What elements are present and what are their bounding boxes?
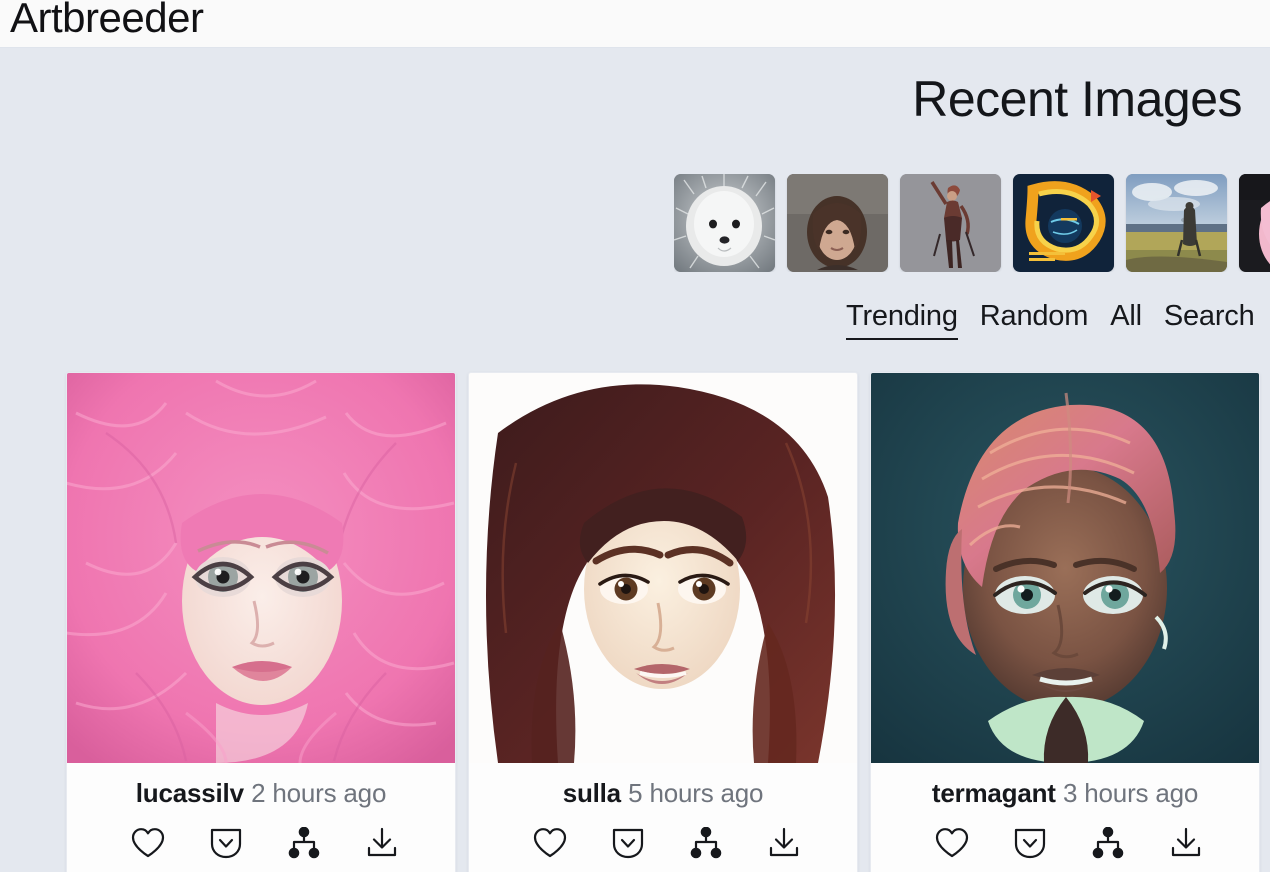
thumbnail-orange-abstract[interactable] xyxy=(1013,174,1114,272)
thumbnail-woman-portrait[interactable] xyxy=(787,174,888,272)
image-card[interactable]: sulla 5 hours ago xyxy=(468,372,858,872)
card-timestamp: 3 hours ago xyxy=(1063,778,1199,808)
image-card[interactable]: lucassilv 2 hours ago xyxy=(66,372,456,872)
page-title: Recent Images xyxy=(912,71,1242,127)
image-card-grid: lucassilv 2 hours ago sulla 5 hours ago … xyxy=(66,372,1260,872)
card-action-bar xyxy=(67,814,455,872)
thumbnail-white-dog[interactable] xyxy=(674,174,775,272)
download-icon[interactable] xyxy=(363,824,401,862)
card-action-bar xyxy=(469,814,857,872)
card-image-pink-hair-woman[interactable] xyxy=(67,373,455,763)
tab-random[interactable]: Random xyxy=(980,300,1089,338)
like-icon[interactable] xyxy=(531,824,569,862)
thumbnail-pink-hair-anime[interactable] xyxy=(1239,174,1270,272)
app-header: Artbreeder xyxy=(0,0,1270,48)
app-brand-logo[interactable]: Artbreeder xyxy=(10,0,204,42)
like-icon[interactable] xyxy=(129,824,167,862)
gallery-tabs: Trending Random All Search xyxy=(846,300,1255,340)
main-content: Recent Images Trending Random All Search… xyxy=(0,48,1270,872)
card-author[interactable]: lucassilv xyxy=(136,778,244,808)
thumbnail-landscape-figure[interactable] xyxy=(1126,174,1227,272)
card-caption: lucassilv 2 hours ago xyxy=(67,763,455,814)
lineage-tree-icon[interactable] xyxy=(285,824,323,862)
lineage-tree-icon[interactable] xyxy=(687,824,725,862)
card-timestamp: 5 hours ago xyxy=(628,778,764,808)
card-action-bar xyxy=(871,814,1259,872)
download-icon[interactable] xyxy=(765,824,803,862)
card-caption: sulla 5 hours ago xyxy=(469,763,857,814)
lineage-tree-icon[interactable] xyxy=(1089,824,1127,862)
tab-trending[interactable]: Trending xyxy=(846,300,958,340)
tab-all[interactable]: All xyxy=(1110,300,1142,338)
download-icon[interactable] xyxy=(1167,824,1205,862)
card-image-copper-hair-woman[interactable] xyxy=(871,373,1259,763)
thumbnail-fantasy-warrior[interactable] xyxy=(900,174,1001,272)
card-author[interactable]: termagant xyxy=(932,778,1056,808)
like-icon[interactable] xyxy=(933,824,971,862)
card-image-auburn-hair-woman[interactable] xyxy=(469,373,857,763)
save-icon[interactable] xyxy=(207,824,245,862)
card-caption: termagant 3 hours ago xyxy=(871,763,1259,814)
recent-thumbnail-strip[interactable] xyxy=(674,174,1270,272)
card-author[interactable]: sulla xyxy=(563,778,621,808)
save-icon[interactable] xyxy=(609,824,647,862)
image-card[interactable]: termagant 3 hours ago xyxy=(870,372,1260,872)
save-icon[interactable] xyxy=(1011,824,1049,862)
card-timestamp: 2 hours ago xyxy=(251,778,387,808)
tab-search[interactable]: Search xyxy=(1164,300,1255,338)
